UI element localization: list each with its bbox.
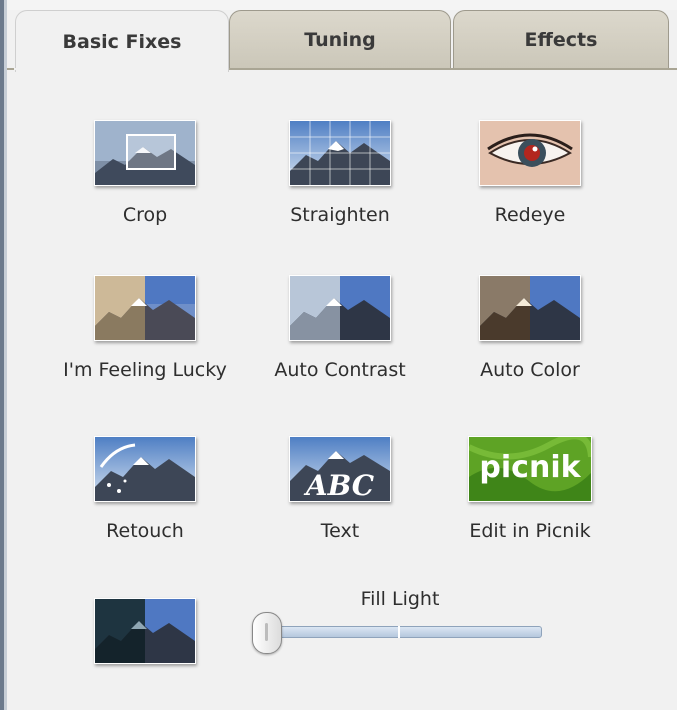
picnik-logo-text: picnik xyxy=(479,450,581,485)
redeye-tool[interactable]: Redeye xyxy=(430,120,630,226)
fill-light-slider-midpoint xyxy=(398,626,400,638)
auto-contrast-icon xyxy=(289,275,391,341)
edit-in-picnik-tool[interactable]: picnik Edit in Picnik xyxy=(430,436,630,542)
panel-left-border-highlight xyxy=(4,0,7,710)
redeye-icon xyxy=(479,120,581,186)
tab-effects[interactable]: Effects xyxy=(453,10,669,68)
tab-tuning[interactable]: Tuning xyxy=(229,10,451,68)
fill-light-slider-track[interactable] xyxy=(262,626,542,638)
fill-light-icon xyxy=(94,598,196,664)
auto-color-icon xyxy=(479,275,581,341)
active-tab-gap xyxy=(14,68,224,70)
retouch-icon xyxy=(94,436,196,502)
crop-tool[interactable]: Crop xyxy=(45,120,245,226)
panel-top-strip xyxy=(7,0,677,10)
text-label: Text xyxy=(320,520,360,542)
feeling-lucky-tool[interactable]: I'm Feeling Lucky xyxy=(45,275,245,381)
crop-label: Crop xyxy=(122,204,168,226)
auto-color-label: Auto Color xyxy=(480,359,580,381)
auto-contrast-label: Auto Contrast xyxy=(274,359,406,381)
picnik-logo: picnik xyxy=(468,436,592,502)
retouch-label: Retouch xyxy=(106,520,184,542)
fill-light-slider-thumb[interactable] xyxy=(252,612,282,654)
crop-icon xyxy=(94,120,196,186)
edit-in-picnik-label: Edit in Picnik xyxy=(469,520,591,542)
feeling-lucky-icon xyxy=(94,275,196,341)
text-tool[interactable]: ABC Text xyxy=(240,436,440,542)
redeye-label: Redeye xyxy=(494,204,566,226)
tab-basic-fixes[interactable]: Basic Fixes xyxy=(15,10,229,72)
fill-light-label: Fill Light xyxy=(360,588,440,610)
straighten-icon xyxy=(289,120,391,186)
auto-color-tool[interactable]: Auto Color xyxy=(430,275,630,381)
straighten-tool[interactable]: Straighten xyxy=(240,120,440,226)
retouch-tool[interactable]: Retouch xyxy=(45,436,245,542)
auto-contrast-tool[interactable]: Auto Contrast xyxy=(240,275,440,381)
feeling-lucky-label: I'm Feeling Lucky xyxy=(63,359,227,381)
text-icon-letters: ABC xyxy=(303,469,375,501)
slider-grip-icon xyxy=(265,623,268,641)
tab-bar: Basic Fixes Tuning Effects xyxy=(7,10,677,72)
editor-panel: Basic Fixes Tuning Effects Crop Straight… xyxy=(0,0,677,710)
fill-light-tool[interactable] xyxy=(45,598,245,664)
straighten-label: Straighten xyxy=(290,204,390,226)
text-icon: ABC xyxy=(289,436,391,502)
